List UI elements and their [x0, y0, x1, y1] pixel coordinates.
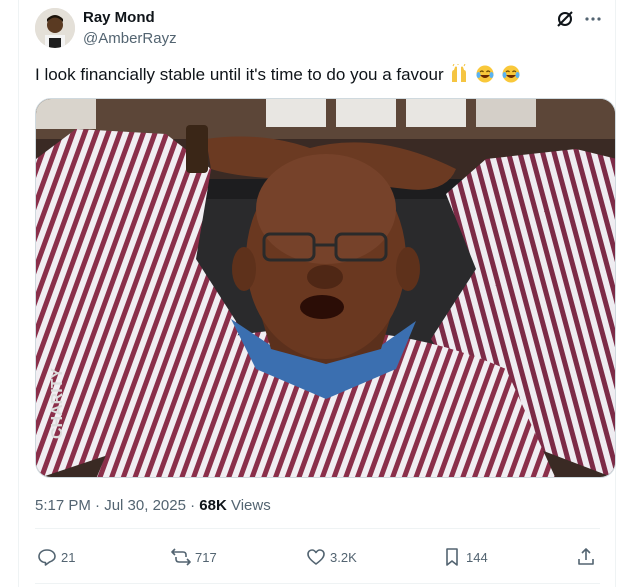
- tears-of-joy-emoji: [502, 65, 520, 83]
- display-name[interactable]: Ray Mond: [83, 9, 155, 26]
- image-watermark: CHARITY: [49, 368, 66, 439]
- bookmark-icon: [446, 548, 458, 566]
- tweet-meta: 5:17 PM · Jul 30, 2025 · 68K Views: [35, 497, 271, 514]
- divider: [35, 583, 600, 584]
- meta-separator: ·: [185, 497, 200, 514]
- reply-button[interactable]: 21: [37, 544, 75, 570]
- share-button[interactable]: [576, 544, 596, 570]
- reply-count: 21: [61, 549, 76, 565]
- tweet-card: Ray Mond @AmberRayz I look financially s…: [18, 0, 616, 587]
- repost-count: 717: [195, 549, 217, 565]
- like-button[interactable]: 3.2K: [306, 544, 357, 570]
- reply-icon: [38, 549, 56, 566]
- views-label: Views: [226, 497, 271, 514]
- bookmark-count: 144: [466, 549, 488, 565]
- divider: [35, 528, 600, 529]
- meta-separator: ·: [90, 497, 105, 514]
- more-icon[interactable]: [583, 9, 603, 29]
- tweet-image[interactable]: CHARITY: [35, 98, 616, 478]
- tweet-date[interactable]: Jul 30, 2025: [104, 497, 186, 514]
- tweet-text-body: I look financially stable until it's tim…: [35, 65, 444, 84]
- avatar[interactable]: [35, 8, 75, 48]
- like-icon: [307, 549, 325, 565]
- user-handle[interactable]: @AmberRayz: [83, 30, 177, 47]
- grok-icon[interactable]: [555, 9, 575, 29]
- tweet-text: I look financially stable until it's tim…: [35, 64, 521, 85]
- views-count: 68K: [199, 497, 227, 514]
- bookmark-button[interactable]: 144: [442, 544, 488, 570]
- tweet-time[interactable]: 5:17 PM: [35, 497, 91, 514]
- repost-icon: [171, 548, 191, 566]
- raising-hands-emoji: [452, 64, 467, 82]
- repost-button[interactable]: 717: [171, 544, 217, 570]
- tears-of-joy-emoji: [476, 65, 494, 83]
- share-icon: [578, 548, 594, 565]
- like-count: 3.2K: [330, 549, 357, 565]
